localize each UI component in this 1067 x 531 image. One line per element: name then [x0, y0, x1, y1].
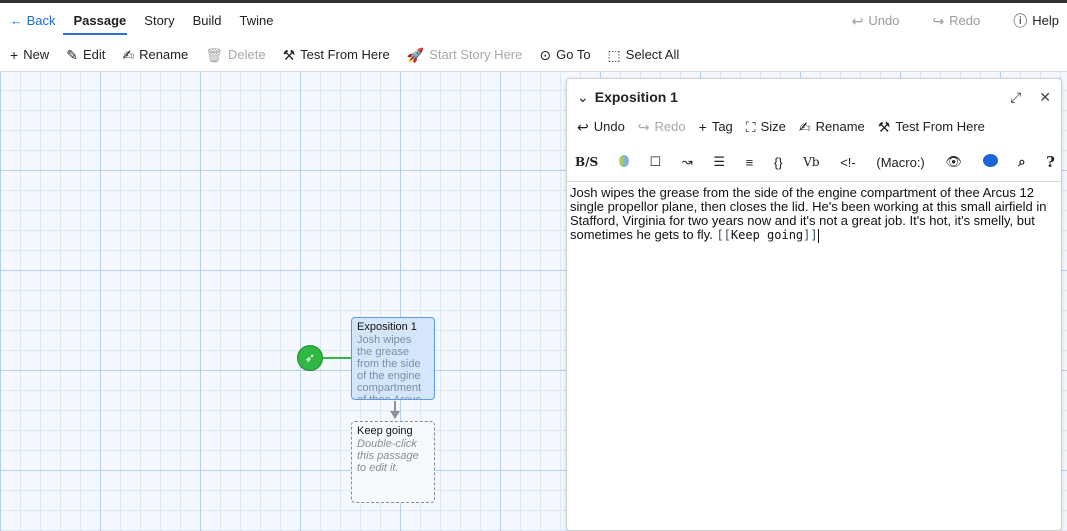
- trash-icon: 🗑: [205, 46, 223, 63]
- undo-icon: ↩: [851, 12, 864, 29]
- passage-title: Exposition 1: [357, 321, 417, 333]
- go-to-button[interactable]: ⊙ Go To: [539, 47, 590, 62]
- transition-icon[interactable]: ↝: [682, 154, 693, 170]
- edit-button[interactable]: ✎ Edit: [66, 47, 105, 62]
- undo-label: Undo: [593, 119, 625, 134]
- redo-button[interactable]: ↪ Redo: [932, 13, 980, 28]
- redo-label: Redo: [949, 13, 981, 28]
- test-label: Test From Here: [895, 119, 985, 134]
- dialog-undo-button[interactable]: ↩ Undo: [577, 119, 625, 134]
- size-icon: ⛶: [745, 118, 756, 135]
- link-arrow-head: [390, 411, 400, 419]
- top-tab-bar: ← Back Passage Story Build Twine ↩ Undo ↪…: [0, 0, 1067, 38]
- size-button[interactable]: ⛶ Size: [746, 119, 786, 134]
- rename-button[interactable]: ✍ Rename: [122, 47, 188, 62]
- test-from-here-button[interactable]: ⚒ Test From Here: [283, 47, 390, 62]
- passage-text-editor[interactable]: Josh wipes the grease from the side of t…: [567, 181, 1061, 531]
- variable-button[interactable]: Vb: [803, 155, 819, 169]
- harlowe-format-toolbar: B/S ☐ ↝ ☰ ≡ {} Vb <!- (Macro:) 👁 ⌕ ?: [575, 153, 1055, 171]
- start-connector: [323, 357, 351, 359]
- topbar-actions: ↩ Undo ↪ Redo ⓘ Help: [852, 13, 1067, 28]
- add-tag-button[interactable]: + Tag: [699, 119, 733, 134]
- rename-label: Rename: [815, 119, 865, 134]
- passage-excerpt: Josh wipes the grease from the side of t…: [357, 334, 422, 400]
- bold-strike-button[interactable]: B/S: [575, 155, 598, 169]
- comment-button[interactable]: <!-: [840, 155, 856, 170]
- search-icon[interactable]: ⌕: [1018, 154, 1025, 170]
- dialog-redo-button[interactable]: ↪ Redo: [638, 119, 686, 134]
- redo-icon: ↪: [637, 118, 650, 135]
- rocket-icon: 🚀: [406, 46, 425, 63]
- list-icon[interactable]: ☰: [713, 154, 725, 170]
- undo-label: Undo: [868, 13, 900, 28]
- target-icon: ⊙: [539, 46, 552, 63]
- dialog-test-from-here-button[interactable]: ⚒ Test From Here: [878, 119, 985, 134]
- passage-excerpt: Double-click this passage to edit it.: [357, 438, 419, 474]
- passage-title: Keep going: [357, 425, 413, 437]
- link-target-text: Keep going: [730, 228, 804, 242]
- align-icon[interactable]: ≡: [746, 155, 754, 170]
- select-all-button[interactable]: ⬚ Select All: [608, 47, 680, 62]
- select-all-icon: ⬚: [607, 46, 621, 63]
- maximize-icon[interactable]: ⤢: [1010, 89, 1021, 106]
- new-label: New: [23, 47, 50, 62]
- passage-toolbar: + New ✎ Edit ✍ Rename 🗑 Delete ⚒ Test From He…: [0, 38, 1067, 72]
- start-passage-rocket-icon: ➶: [297, 345, 323, 371]
- dialog-toolbar: ↩ Undo ↪ Redo + Tag ⛶ Size ✍ Rename ⚒ Test Fro…: [577, 119, 998, 134]
- dialog-controls: ⤢ ✕: [1010, 89, 1061, 106]
- chevron-down-icon[interactable]: ⌄: [577, 90, 589, 104]
- link-close-brackets: ]]: [803, 228, 818, 242]
- tab-story[interactable]: Story: [144, 13, 174, 28]
- help-circle-icon: ⓘ: [1013, 12, 1028, 29]
- select-all-label: Select All: [625, 47, 680, 62]
- new-passage-button[interactable]: + New: [10, 47, 49, 62]
- start-story-here-button[interactable]: 🚀 Start Story Here: [407, 47, 523, 62]
- plus-icon: +: [10, 46, 19, 63]
- redo-icon: ↪: [932, 12, 945, 29]
- text-caret: [817, 228, 819, 243]
- braces-button[interactable]: {}: [774, 155, 783, 170]
- passage-card-keep-going[interactable]: Keep going Double-click this passage to …: [351, 421, 435, 503]
- edit-label: Edit: [82, 47, 106, 62]
- rename-icon: ✍: [122, 46, 135, 63]
- tab-passage[interactable]: Passage: [74, 13, 127, 28]
- tool-icon: ⚒: [877, 118, 891, 135]
- edit-icon: ✎: [66, 46, 78, 63]
- speech-bubble-icon[interactable]: [982, 154, 998, 170]
- rename-icon: ✍: [798, 118, 811, 135]
- start-story-here-label: Start Story Here: [429, 47, 523, 62]
- active-tab-indicator: [63, 33, 127, 35]
- link-open-brackets: [[: [716, 228, 731, 242]
- rename-label: Rename: [139, 47, 189, 62]
- delete-button[interactable]: 🗑 Delete: [205, 47, 265, 62]
- back-button[interactable]: ← Back: [10, 13, 56, 28]
- close-icon[interactable]: ✕: [1039, 89, 1051, 106]
- tag-label: Tag: [711, 119, 733, 134]
- redo-label: Redo: [654, 119, 686, 134]
- tab-twine[interactable]: Twine: [240, 13, 274, 28]
- help-button[interactable]: ⓘ Help: [1013, 13, 1059, 28]
- delete-label: Delete: [228, 47, 266, 62]
- undo-button[interactable]: ↩ Undo: [852, 13, 900, 28]
- dialog-header: ⌄ Exposition 1 ⤢ ✕: [567, 79, 1061, 115]
- eye-icon[interactable]: 👁: [945, 154, 962, 170]
- test-from-here-label: Test From Here: [300, 47, 390, 62]
- go-to-label: Go To: [556, 47, 591, 62]
- passage-edit-dialog: ⌄ Exposition 1 ⤢ ✕ ↩ Undo ↪ Redo + Tag ⛶ Siz…: [566, 78, 1062, 531]
- tab-build[interactable]: Build: [193, 13, 222, 28]
- size-label: Size: [760, 119, 786, 134]
- passage-link: [[Keep going]]: [716, 228, 817, 242]
- dialog-title: Exposition 1: [594, 89, 678, 105]
- passage-card-exposition-1[interactable]: Exposition 1 Josh wipes the grease from …: [351, 317, 435, 400]
- border-icon[interactable]: ☐: [649, 154, 661, 170]
- tool-icon: ⚒: [282, 46, 296, 63]
- help-label: Help: [1032, 13, 1059, 28]
- undo-icon: ↩: [577, 118, 589, 135]
- dialog-rename-button[interactable]: ✍ Rename: [799, 119, 865, 134]
- macro-button[interactable]: (Macro:): [876, 155, 924, 170]
- colour-icon[interactable]: [618, 154, 629, 170]
- help-question-button[interactable]: ?: [1046, 153, 1055, 171]
- plus-icon: +: [698, 118, 707, 135]
